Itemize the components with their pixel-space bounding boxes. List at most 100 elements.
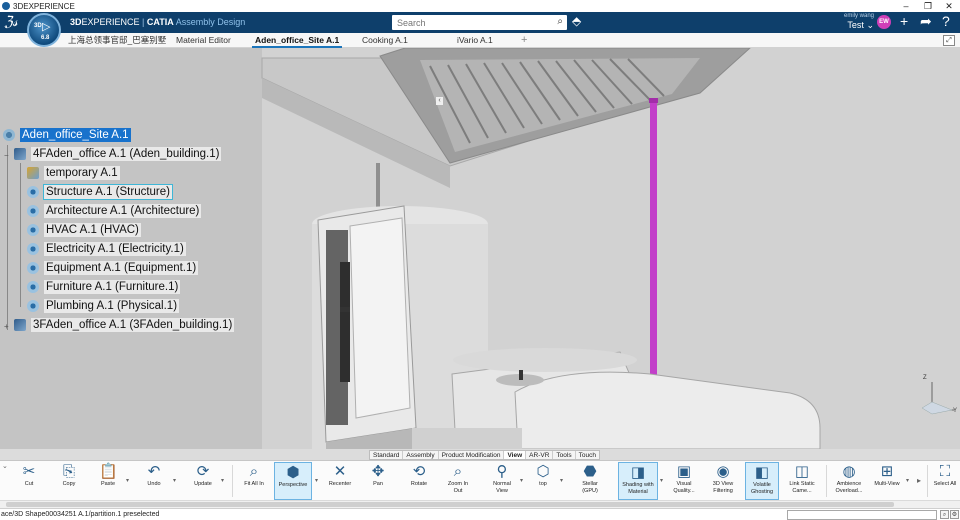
root-icon [3,129,15,141]
avatar[interactable]: EW [877,15,891,29]
section-tab-ar-vr[interactable]: AR-VR [526,451,554,459]
paste-label: Paste [100,481,116,487]
collapse-panel-arrow[interactable]: ‹ [436,97,443,105]
perspective-dropdown-icon[interactable]: ▾ [315,477,318,484]
brand-rest: EXPERIENCE [81,17,140,27]
multi-view-button[interactable]: ⊞ Multi-View [870,462,904,500]
collapse-icon[interactable]: − [4,152,9,160]
search-icon[interactable]: ⌕ [557,16,563,27]
ds-logo-icon[interactable]: ℨ𝓈 [4,14,18,30]
visual-quality-icon: ▣ [676,463,692,480]
fit-all-in-button[interactable]: ⌕ Fit All In [242,462,266,500]
pan-button[interactable]: ✥ Pan [366,462,390,500]
normal-view-button[interactable]: ⚲ Normal View [488,462,516,500]
axis-triad[interactable] [918,376,958,422]
toolbar-next-icon[interactable]: ▸ [917,476,921,485]
section-tab-product-modification[interactable]: Product Modification [439,451,505,459]
undo-dropdown-icon[interactable]: ▾ [173,477,176,484]
tree-node-temporary[interactable]: temporary A.1 [27,165,120,181]
search-box: ⌕ [392,15,567,30]
stellar-label: Stellar (GPU) [582,481,598,494]
tree-label: Plumbing A.1 (Physical.1) [44,299,180,313]
tree-node-root[interactable]: Aden_office_Site A.1 [3,127,131,143]
multi-view-icon: ⊞ [880,463,894,480]
shading-material-button[interactable]: ◨ Shading with Material [618,462,658,500]
close-icon[interactable]: ✕ [942,0,956,12]
tree-label: Architecture A.1 (Architecture) [44,204,202,218]
recenter-button[interactable]: ✕ Recenter [326,462,354,500]
tree-node-equipment[interactable]: Equipment A.1 (Equipment.1) [27,260,199,276]
add-icon[interactable]: + [900,13,908,29]
maximize-viewer-icon[interactable]: ⤢ [943,35,955,46]
paste-dropdown-icon[interactable]: ▾ [126,477,129,484]
zoom-button[interactable]: ⌕ Zoom In Out [444,462,472,500]
toolbar-scrollbar[interactable] [0,500,960,508]
tree-node-furniture[interactable]: Furniture A.1 (Furniture.1) [27,279,181,295]
top-dropdown-icon[interactable]: ▾ [560,477,563,484]
section-tab-standard[interactable]: Standard [370,451,404,459]
paste-button[interactable]: 📋 Paste [94,462,122,500]
view-dropdown-icon[interactable]: ▾ [520,477,523,484]
search-input[interactable] [392,15,542,30]
link-camera-button[interactable]: ◫ Link Static Came... [784,462,820,500]
copy-label: Copy [62,481,76,487]
tree-node-3f-aden[interactable]: 3FAden_office A.1 (3FAden_building.1) [14,317,235,333]
tree-node-plumbing[interactable]: Plumbing A.1 (Physical.1) [27,298,180,314]
volatile-ghosting-label: Volatile Ghosting [750,482,773,495]
shading-dropdown-icon[interactable]: ▾ [660,477,663,484]
share-icon[interactable]: ➦ [920,13,932,30]
tab-shanghai[interactable]: 上海总领事官邸_巴塞别墅 [68,33,166,48]
visual-quality-label: Visual Quality... [673,481,695,494]
cut-button[interactable]: ✂ Cut [16,462,42,500]
section-tab-touch[interactable]: Touch [576,451,599,459]
recenter-label: Recenter [328,481,352,487]
tab-ivario[interactable]: iVario A.1 [457,33,493,48]
tree-node-hvac[interactable]: HVAC A.1 (HVAC) [27,222,141,238]
tree-node-electricity[interactable]: Electricity A.1 (Electricity.1) [27,241,186,257]
tag-icon[interactable]: ⬘ [572,14,581,28]
visual-quality-button[interactable]: ▣ Visual Quality... [670,462,698,500]
tab-material-editor[interactable]: Material Editor [176,33,231,48]
top-view-button[interactable]: ⬡ top [530,462,556,500]
tree-node-structure[interactable]: Structure A.1 (Structure) [27,184,173,200]
tab-cooking[interactable]: Cooking A.1 [362,33,408,48]
tab-aden-office-site[interactable]: Aden_office_Site A.1 [251,33,343,48]
expand-icon[interactable]: + [4,323,9,331]
tree-node-architecture[interactable]: Architecture A.1 (Architecture) [27,203,202,219]
settings-icon[interactable]: ⚙ [950,510,959,519]
user-menu[interactable]: emily wang Test ⌄ [820,13,874,30]
assembly-icon [27,281,39,293]
rotate-button[interactable]: ⟲ Rotate [406,462,432,500]
status-search-icon[interactable]: ⌕ [940,510,949,519]
compass-icon[interactable]: 3D ▷ 6.8 [27,13,61,47]
minimize-icon[interactable]: – [899,0,913,12]
select-all-button[interactable]: ⛶ Select All [932,462,958,500]
command-input[interactable] [787,510,937,520]
update-dropdown-icon[interactable]: ▾ [221,477,224,484]
restore-icon[interactable]: ❐ [921,0,935,12]
toolbar-prev-icon[interactable]: ⌄ [2,462,8,470]
update-icon: ⟳ [196,463,210,480]
add-tab-button[interactable]: + [521,33,527,48]
undo-button[interactable]: ↶ Undo [140,462,168,500]
tree-node-4f-aden[interactable]: 4FAden_office A.1 (Aden_building.1) [14,146,222,162]
ambience-button[interactable]: ◍ Ambience Overload... [832,462,866,500]
volatile-ghosting-button[interactable]: ◧ Volatile Ghosting [745,462,779,500]
view-filtering-button[interactable]: ◉ 3D View Filtering [706,462,740,500]
recenter-icon: ✕ [333,463,347,480]
section-tab-assembly[interactable]: Assembly [403,451,439,459]
app-icon [2,2,10,10]
undo-label: Undo [147,481,161,487]
tab-bar: 上海总领事官邸_巴塞别墅 Material Editor Aden_office… [0,33,960,48]
multi-view-dropdown-icon[interactable]: ▾ [906,477,909,484]
copy-button[interactable]: ⎘ Copy [56,462,82,500]
window-title: 3DEXPERIENCE [13,1,75,11]
section-tab-view[interactable]: View [504,451,527,459]
section-tab-tools[interactable]: Tools [553,451,576,459]
perspective-button[interactable]: ⬢ Perspective [274,462,312,500]
scroll-thumb[interactable] [6,502,894,507]
update-button[interactable]: ⟳ Update [188,462,218,500]
help-icon[interactable]: ? [942,13,950,29]
stellar-button[interactable]: ⬣ Stellar (GPU) [574,462,606,500]
zoom-label: Zoom In Out [447,481,469,494]
